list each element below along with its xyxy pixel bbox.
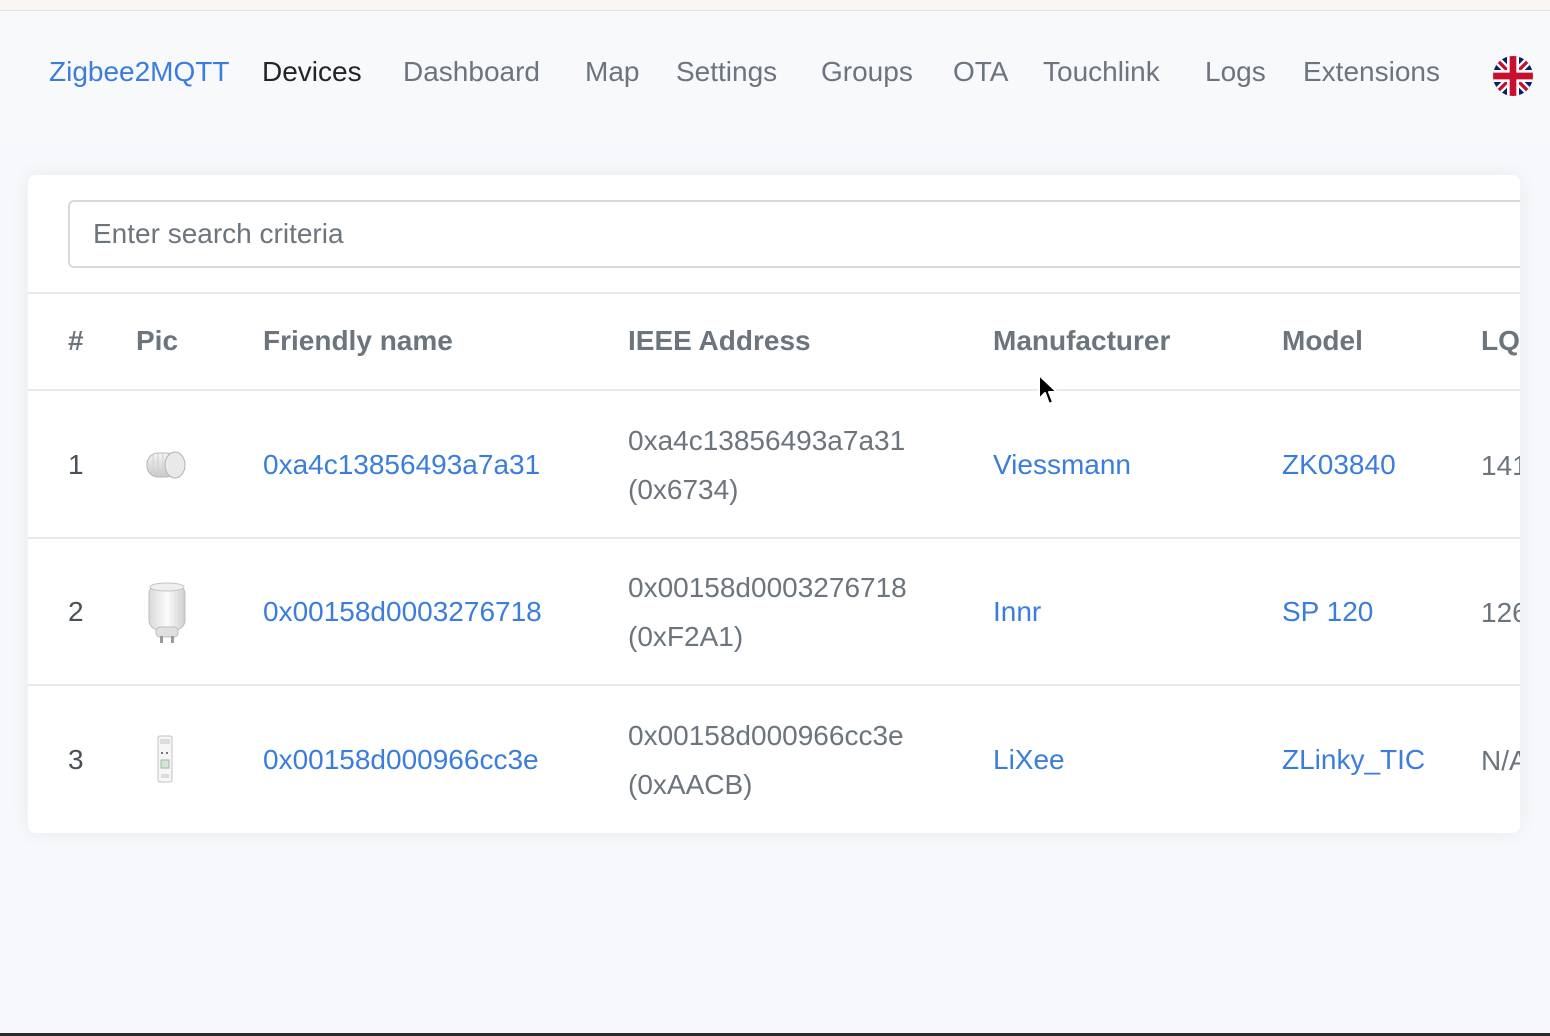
lqi-value: N/A xyxy=(1481,745,1520,776)
nav-settings[interactable]: Settings xyxy=(676,56,777,88)
row-divider xyxy=(28,684,1520,686)
devices-card: # Pic Friendly name IEEE Address Manufac… xyxy=(28,175,1520,833)
ieee-address: 0x00158d000966cc3e xyxy=(628,720,904,751)
column-header-friendly-name[interactable]: Friendly name xyxy=(263,325,453,357)
uk-flag-icon[interactable] xyxy=(1493,56,1533,96)
nav-dashboard[interactable]: Dashboard xyxy=(403,56,540,88)
column-header-lqi[interactable]: LQ xyxy=(1481,325,1520,357)
manufacturer-link[interactable]: Viessmann xyxy=(993,449,1131,481)
lqi-value: 126 xyxy=(1481,597,1520,628)
manufacturer-link[interactable]: LiXee xyxy=(993,744,1065,776)
ieee-address: 0x00158d0003276718 xyxy=(628,572,907,603)
lqi-value: 141 xyxy=(1481,450,1520,481)
friendly-name-link[interactable]: 0xa4c13856493a7a31 xyxy=(263,449,540,481)
table-top-divider xyxy=(28,292,1520,294)
row-index: 3 xyxy=(68,744,84,775)
mouse-cursor-icon xyxy=(1038,374,1058,405)
column-header-ieee-address[interactable]: IEEE Address xyxy=(628,325,811,357)
nav-groups[interactable]: Groups xyxy=(821,56,913,88)
search-input[interactable] xyxy=(68,200,1520,268)
ieee-address: 0xa4c13856493a7a31 xyxy=(628,425,906,456)
nav-touchlink[interactable]: Touchlink xyxy=(1043,56,1160,88)
navbar: Zigbee2MQTT Devices Dashboard Map Settin… xyxy=(0,11,1550,143)
nav-devices[interactable]: Devices xyxy=(262,56,362,88)
network-address: (0x6734) xyxy=(628,474,739,505)
network-address: (0xAACB) xyxy=(628,769,753,800)
brand-link[interactable]: Zigbee2MQTT xyxy=(49,56,230,88)
model-link[interactable]: SP 120 xyxy=(1282,596,1373,628)
row-divider xyxy=(28,537,1520,539)
friendly-name-link[interactable]: 0x00158d000966cc3e xyxy=(263,744,539,776)
network-address: (0xF2A1) xyxy=(628,621,744,652)
model-link[interactable]: ZK03840 xyxy=(1282,449,1396,481)
header-divider xyxy=(28,389,1520,391)
row-index: 2 xyxy=(68,596,84,627)
column-header-manufacturer[interactable]: Manufacturer xyxy=(993,325,1170,357)
din-module-icon xyxy=(152,734,178,789)
row-index: 1 xyxy=(68,449,84,480)
manufacturer-link[interactable]: Innr xyxy=(993,596,1041,628)
friendly-name-link[interactable]: 0x00158d0003276718 xyxy=(263,596,542,628)
nav-extensions[interactable]: Extensions xyxy=(1303,56,1440,88)
column-header-index[interactable]: # xyxy=(68,325,84,357)
model-link[interactable]: ZLinky_TIC xyxy=(1282,744,1425,776)
nav-ota[interactable]: OTA xyxy=(953,56,1008,88)
browser-top-strip xyxy=(0,0,1550,11)
column-header-pic: Pic xyxy=(136,325,179,356)
thermostat-valve-icon xyxy=(144,445,188,490)
column-header-model[interactable]: Model xyxy=(1282,325,1363,357)
nav-map[interactable]: Map xyxy=(585,56,639,88)
nav-logs[interactable]: Logs xyxy=(1205,56,1266,88)
smart-plug-icon xyxy=(144,581,190,650)
